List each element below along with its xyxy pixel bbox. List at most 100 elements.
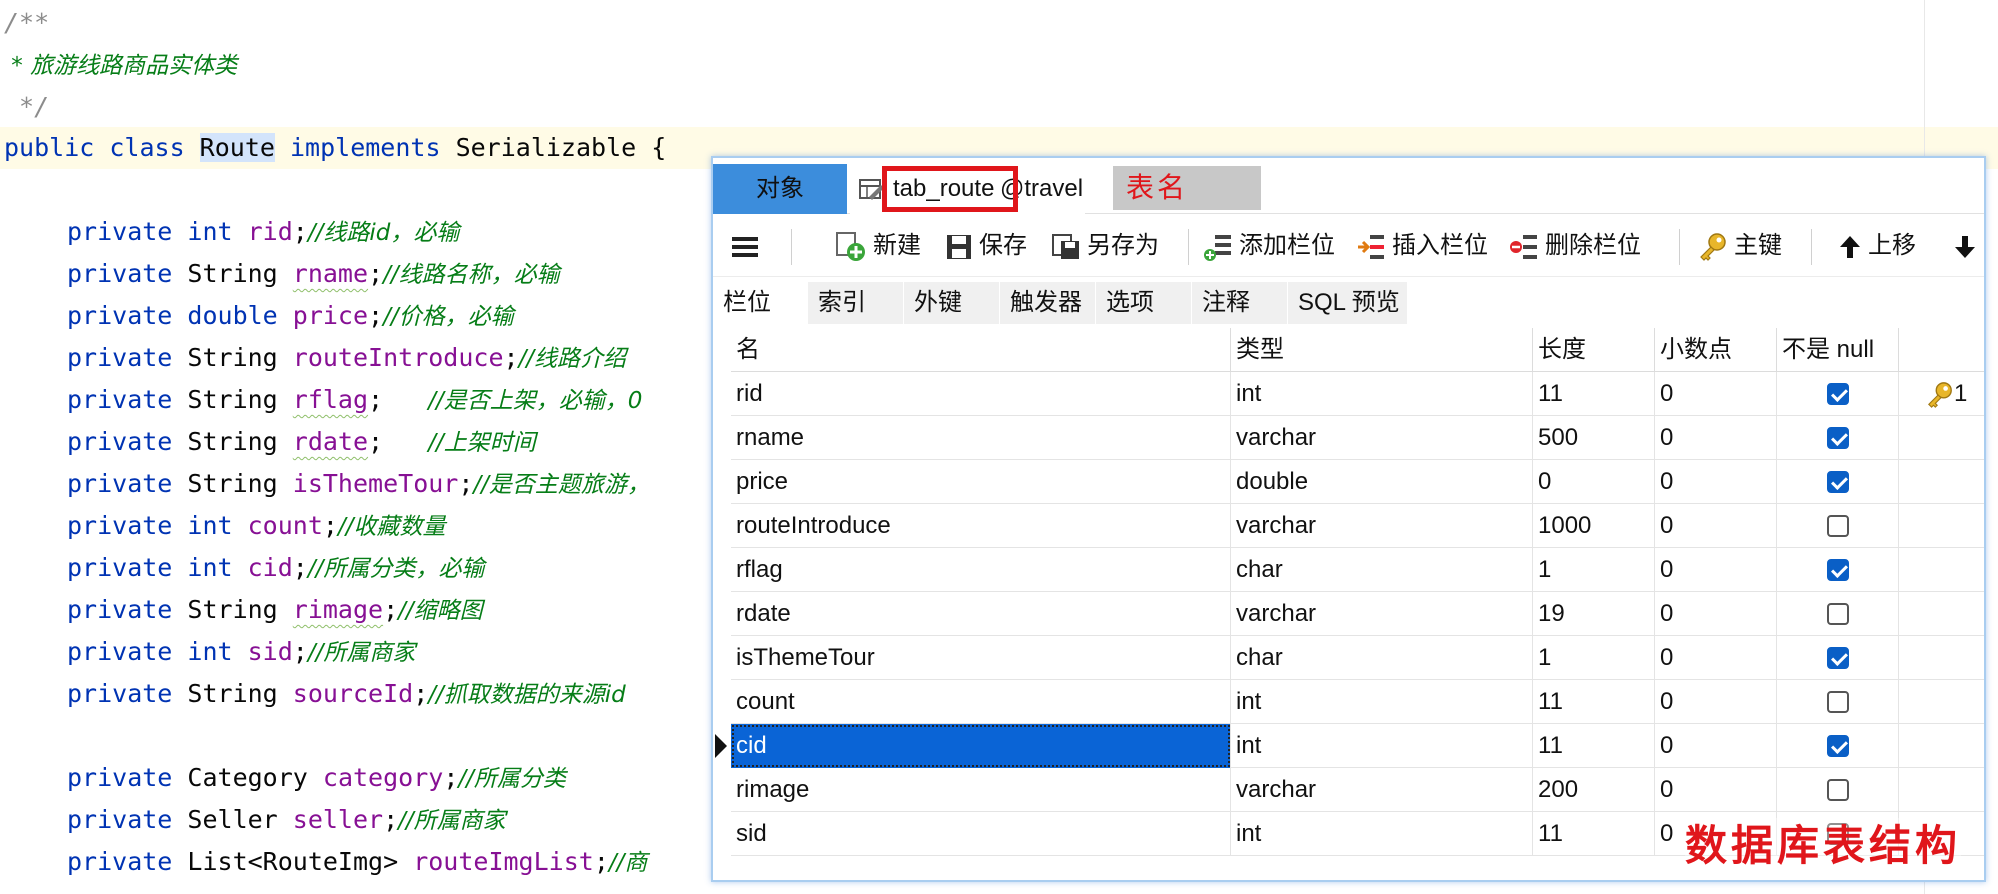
not-null-checkbox[interactable]: [1827, 383, 1849, 405]
cell-field-type[interactable]: varchar: [1231, 504, 1533, 548]
cell-field-decimals[interactable]: 0: [1655, 724, 1777, 768]
tab-comments[interactable]: 注释: [1192, 282, 1288, 324]
col-header-decimals[interactable]: 小数点: [1655, 328, 1777, 372]
cell-field-decimals[interactable]: 0: [1655, 372, 1777, 416]
cell-field-type[interactable]: double: [1231, 460, 1533, 504]
cell-field-length[interactable]: 11: [1533, 812, 1655, 856]
cell-field-length[interactable]: 500: [1533, 416, 1655, 460]
cell-field-decimals[interactable]: 0: [1655, 592, 1777, 636]
cell-field-type[interactable]: varchar: [1231, 416, 1533, 460]
tab-options[interactable]: 选项: [1096, 282, 1192, 324]
insert-field-button[interactable]: 插入栏位: [1356, 215, 1488, 277]
save-button[interactable]: 保存: [945, 215, 1027, 277]
not-null-checkbox[interactable]: [1827, 779, 1849, 801]
new-button[interactable]: 新建: [835, 215, 921, 277]
tab-sql-preview[interactable]: SQL 预览: [1288, 282, 1408, 324]
cell-field-decimals[interactable]: 0: [1655, 548, 1777, 592]
cell-field-name[interactable]: sid: [731, 812, 1231, 856]
not-null-checkbox[interactable]: [1827, 735, 1849, 757]
col-header-type[interactable]: 类型: [1231, 328, 1533, 372]
cell-field-name[interactable]: rflag: [731, 548, 1231, 592]
not-null-checkbox[interactable]: [1827, 691, 1849, 713]
not-null-checkbox[interactable]: [1827, 647, 1849, 669]
cell-not-null: [1777, 548, 1899, 592]
move-down-button[interactable]: [1953, 215, 1983, 277]
cell-field-name[interactable]: rimage: [731, 768, 1231, 812]
cell-field-decimals[interactable]: 0: [1655, 768, 1777, 812]
cell-field-length[interactable]: 19: [1533, 592, 1655, 636]
cell-field-length[interactable]: 11: [1533, 372, 1655, 416]
designer-tabbar: 对象 tab_route @travel 表名: [713, 158, 1984, 214]
table-row[interactable]: cid int 11 0: [715, 724, 1984, 768]
save-as-button[interactable]: 另存为: [1051, 215, 1159, 277]
not-null-checkbox[interactable]: [1827, 603, 1849, 625]
cell-field-decimals[interactable]: 0: [1655, 636, 1777, 680]
cell-field-type[interactable]: char: [1231, 548, 1533, 592]
cell-field-decimals[interactable]: 0: [1655, 504, 1777, 548]
toolbar-separator: [791, 229, 792, 265]
not-null-checkbox[interactable]: [1827, 515, 1849, 537]
cell-field-name[interactable]: rid: [731, 372, 1231, 416]
col-header-length[interactable]: 长度: [1533, 328, 1655, 372]
cell-field-type[interactable]: int: [1231, 724, 1533, 768]
code-line-seller: private Seller seller;//所属商家: [67, 805, 506, 834]
highlight-box-table-name: [882, 166, 1018, 212]
add-field-label: 添加栏位: [1239, 232, 1335, 259]
col-header-name[interactable]: 名: [731, 328, 1231, 372]
code-line-sourceid: private String sourceId;//抓取数据的来源id: [67, 679, 626, 708]
table-row[interactable]: rflag char 1 0: [731, 548, 1984, 592]
cell-field-decimals[interactable]: 0: [1655, 680, 1777, 724]
tab-foreign-keys[interactable]: 外键: [904, 282, 1000, 324]
cell-field-type[interactable]: int: [1231, 680, 1533, 724]
current-row-indicator-icon: [715, 734, 727, 758]
cell-not-null: [1777, 504, 1899, 548]
cell-field-type[interactable]: char: [1231, 636, 1533, 680]
tab-indexes[interactable]: 索引: [808, 282, 904, 324]
table-row[interactable]: rid int 11 0 1: [731, 372, 1984, 416]
table-row[interactable]: price double 0 0: [731, 460, 1984, 504]
cell-field-name[interactable]: routeIntroduce: [731, 504, 1231, 548]
tab-fields[interactable]: 栏位: [713, 282, 808, 324]
not-null-checkbox[interactable]: [1827, 471, 1849, 493]
table-row[interactable]: routeIntroduce varchar 1000 0: [731, 504, 1984, 548]
fields-grid[interactable]: 名 类型 长度 小数点 不是 null rid int 11 0 1 rname varch…: [715, 328, 1984, 880]
cell-field-name[interactable]: cid: [731, 724, 1231, 768]
table-row[interactable]: rimage varchar 200 0: [731, 768, 1984, 812]
table-row[interactable]: isThemeTour char 1 0: [731, 636, 1984, 680]
cell-field-length[interactable]: 11: [1533, 724, 1655, 768]
cell-field-decimals[interactable]: 0: [1655, 460, 1777, 504]
cell-field-length[interactable]: 1000: [1533, 504, 1655, 548]
table-row[interactable]: rdate varchar 19 0: [731, 592, 1984, 636]
menu-button[interactable]: [731, 215, 765, 277]
cell-field-name[interactable]: rdate: [731, 592, 1231, 636]
move-up-button[interactable]: 上移: [1838, 215, 1916, 277]
new-label: 新建: [873, 232, 921, 259]
cell-field-length[interactable]: 0: [1533, 460, 1655, 504]
delete-field-button[interactable]: 删除栏位: [1509, 215, 1641, 277]
cell-field-type[interactable]: varchar: [1231, 592, 1533, 636]
not-null-checkbox[interactable]: [1827, 427, 1849, 449]
new-icon: [836, 231, 865, 261]
arrow-up-icon: [1840, 235, 1860, 258]
primary-key-button[interactable]: 主键: [1698, 215, 1782, 277]
cell-field-length[interactable]: 200: [1533, 768, 1655, 812]
cell-field-type[interactable]: int: [1231, 372, 1533, 416]
not-null-checkbox[interactable]: [1827, 559, 1849, 581]
tab-triggers[interactable]: 触发器: [1000, 282, 1096, 324]
cell-field-type[interactable]: varchar: [1231, 768, 1533, 812]
cell-field-length[interactable]: 11: [1533, 680, 1655, 724]
cell-field-name[interactable]: count: [731, 680, 1231, 724]
add-field-button[interactable]: 添加栏位: [1203, 215, 1335, 277]
tab-objects[interactable]: 对象: [713, 164, 847, 214]
cell-field-length[interactable]: 1: [1533, 548, 1655, 592]
table-row[interactable]: rname varchar 500 0: [731, 416, 1984, 460]
table-row[interactable]: count int 11 0: [731, 680, 1984, 724]
cell-field-length[interactable]: 1: [1533, 636, 1655, 680]
cell-field-name[interactable]: rname: [731, 416, 1231, 460]
cell-field-name[interactable]: isThemeTour: [731, 636, 1231, 680]
primary-key-marker: 1: [1926, 372, 1967, 416]
cell-field-type[interactable]: int: [1231, 812, 1533, 856]
cell-field-decimals[interactable]: 0: [1655, 416, 1777, 460]
cell-field-name[interactable]: price: [731, 460, 1231, 504]
col-header-not-null[interactable]: 不是 null: [1777, 328, 1899, 372]
